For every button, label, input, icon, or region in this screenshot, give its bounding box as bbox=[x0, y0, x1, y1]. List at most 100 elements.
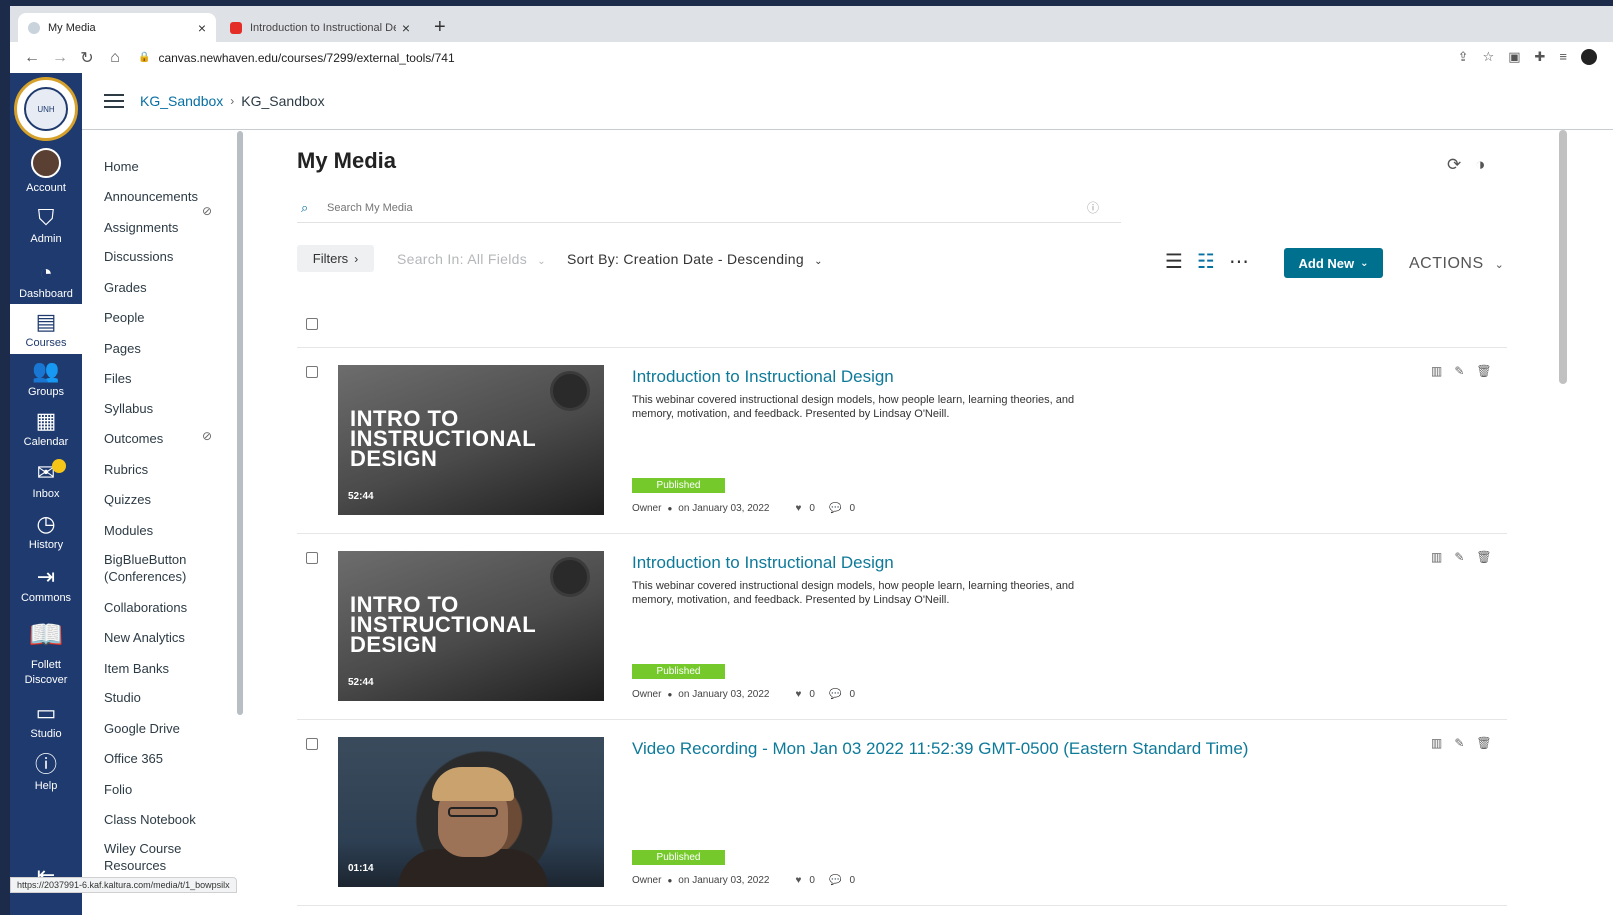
analytics-icon[interactable]: ▥ bbox=[1431, 550, 1442, 564]
course-nav-grades[interactable]: Grades bbox=[104, 279, 147, 296]
course-nav-folio[interactable]: Folio bbox=[104, 781, 132, 798]
sort-by-label: Sort By: Creation Date - Descending bbox=[567, 251, 804, 267]
select-all-checkbox[interactable] bbox=[306, 318, 318, 330]
analytics-icon[interactable]: ▥ bbox=[1431, 364, 1442, 378]
heart-icon[interactable]: ♥ bbox=[795, 689, 801, 700]
course-nav-discussions[interactable]: Discussions bbox=[104, 248, 173, 265]
puzzle-icon[interactable]: ✚ bbox=[1535, 49, 1546, 65]
global-nav-history[interactable]: ◷ History bbox=[10, 512, 82, 552]
course-nav-rubrics[interactable]: Rubrics bbox=[104, 461, 148, 478]
home-icon[interactable]: ⌂ bbox=[108, 49, 122, 67]
share-icon[interactable]: ⇪ bbox=[1458, 49, 1469, 65]
entry-checkbox[interactable] bbox=[306, 366, 318, 378]
course-nav-quizzes[interactable]: Quizzes bbox=[104, 491, 151, 508]
tab-my-media[interactable]: My Media × bbox=[18, 13, 216, 42]
hidden-eye-icon: ⊘ bbox=[202, 204, 213, 218]
list-view-icon[interactable]: ☰ bbox=[1165, 252, 1183, 272]
add-new-button[interactable]: Add New ⌄ bbox=[1284, 248, 1383, 278]
delete-icon[interactable]: 🗑 bbox=[1476, 364, 1491, 378]
close-tab-icon[interactable]: × bbox=[198, 20, 206, 36]
global-nav-studio[interactable]: ▭ Studio bbox=[10, 701, 82, 741]
course-nav-item-banks[interactable]: Item Banks bbox=[104, 660, 169, 677]
course-nav-new-analytics[interactable]: New Analytics bbox=[104, 629, 185, 646]
reading-list-icon[interactable]: ≡ bbox=[1559, 49, 1567, 65]
close-tab-icon[interactable]: × bbox=[402, 20, 410, 36]
profile-icon[interactable] bbox=[1581, 49, 1597, 65]
tab-title: My Media bbox=[48, 21, 96, 34]
course-nav-syllabus[interactable]: Syllabus bbox=[104, 400, 153, 417]
university-logo[interactable]: UNH bbox=[14, 77, 78, 141]
detailed-view-icon[interactable]: ☷ bbox=[1197, 252, 1215, 272]
global-nav-dashboard[interactable]: ◔ Dashboard bbox=[10, 261, 82, 301]
course-nav-assignments[interactable]: Assignments bbox=[104, 219, 178, 236]
course-nav-scrollbar[interactable] bbox=[237, 131, 243, 715]
address-bar[interactable]: 🔒 canvas.newhaven.edu/courses/7299/exter… bbox=[138, 51, 455, 65]
course-nav-pages[interactable]: Pages bbox=[104, 340, 141, 357]
back-icon[interactable]: ← bbox=[24, 49, 40, 67]
filters-button[interactable]: Filters › bbox=[297, 245, 374, 272]
entry-date: on January 03, 2022 bbox=[678, 503, 770, 514]
refresh-icon[interactable]: ⟳ bbox=[1447, 155, 1461, 175]
edit-icon[interactable]: ✎ bbox=[1454, 364, 1464, 378]
heart-icon[interactable]: ♥ bbox=[795, 875, 801, 886]
course-nav-modules[interactable]: Modules bbox=[104, 522, 153, 539]
sort-by-dropdown[interactable]: Sort By: Creation Date - Descending ⌄ bbox=[567, 251, 823, 267]
comment-icon[interactable]: 💬 bbox=[829, 503, 841, 514]
course-nav-home[interactable]: Home bbox=[104, 158, 139, 175]
global-nav-admin[interactable]: ⛉ Admin bbox=[10, 206, 82, 246]
course-nav-office-365[interactable]: Office 365 bbox=[104, 750, 163, 767]
media-thumbnail[interactable]: INTRO TO INSTRUCTIONAL DESIGN 52:44 bbox=[338, 365, 604, 515]
global-nav-help[interactable]: ⓘ Help bbox=[10, 753, 82, 793]
entry-title-link[interactable]: Introduction to Instructional Design bbox=[632, 553, 894, 573]
global-nav-groups[interactable]: 👥 Groups bbox=[10, 359, 82, 399]
global-nav-commons[interactable]: ⇥ Commons bbox=[10, 565, 82, 605]
analytics-icon[interactable]: ▥ bbox=[1431, 736, 1442, 750]
hamburger-icon[interactable] bbox=[104, 94, 124, 108]
course-nav-announcements[interactable]: Announcements bbox=[104, 188, 198, 205]
grid-view-icon[interactable]: ⋯ bbox=[1229, 252, 1249, 272]
course-nav-bigbluebutton[interactable]: BigBlueButton (Conferences) bbox=[104, 551, 214, 585]
owner-label: Owner bbox=[632, 875, 662, 886]
search-in-label: Search In: All Fields bbox=[397, 251, 528, 267]
search-in-dropdown[interactable]: Search In: All Fields ⌄ bbox=[397, 251, 546, 267]
breadcrumb-current: KG_Sandbox bbox=[241, 93, 325, 109]
global-nav-calendar[interactable]: ▦ Calendar bbox=[10, 409, 82, 449]
entry-title-link[interactable]: Introduction to Instructional Design bbox=[632, 367, 894, 387]
reload-icon[interactable]: ↻ bbox=[80, 48, 94, 68]
tab-youtube[interactable]: Introduction to Instructional De × bbox=[220, 13, 420, 42]
breadcrumb-course-link[interactable]: KG_Sandbox bbox=[140, 93, 223, 109]
delete-icon[interactable]: 🗑 bbox=[1476, 736, 1491, 750]
actions-dropdown[interactable]: ACTIONS ⌄ bbox=[1409, 255, 1504, 273]
comment-icon[interactable]: 💬 bbox=[829, 875, 841, 886]
course-nav-google-drive[interactable]: Google Drive bbox=[104, 720, 180, 737]
entry-title-link[interactable]: Video Recording - Mon Jan 03 2022 11:52:… bbox=[632, 739, 1248, 759]
main-scrollbar[interactable] bbox=[1559, 130, 1567, 384]
course-nav-class-notebook[interactable]: Class Notebook bbox=[104, 811, 196, 828]
search-input[interactable] bbox=[327, 201, 1087, 214]
info-icon[interactable]: ⓘ bbox=[1087, 199, 1099, 216]
global-nav-courses[interactable]: ▤ Courses bbox=[10, 304, 82, 354]
edit-icon[interactable]: ✎ bbox=[1454, 736, 1464, 750]
course-nav-wiley-course-resources[interactable]: Wiley Course Resources bbox=[104, 840, 204, 874]
course-nav-collaborations[interactable]: Collaborations bbox=[104, 599, 187, 616]
entry-checkbox[interactable] bbox=[306, 552, 318, 564]
contrast-icon[interactable]: ◑ bbox=[1475, 155, 1485, 175]
global-nav-follett-discover[interactable]: 📖 Follett Discover bbox=[10, 615, 82, 688]
course-nav-files[interactable]: Files bbox=[104, 370, 131, 387]
heart-icon[interactable]: ♥ bbox=[795, 503, 801, 514]
media-thumbnail[interactable]: 01:14 bbox=[338, 737, 604, 887]
comment-icon[interactable]: 💬 bbox=[829, 689, 841, 700]
forward-icon[interactable]: → bbox=[52, 49, 68, 67]
media-thumbnail[interactable]: INTRO TO INSTRUCTIONAL DESIGN 52:44 bbox=[338, 551, 604, 701]
delete-icon[interactable]: 🗑 bbox=[1476, 550, 1491, 564]
star-icon[interactable]: ☆ bbox=[1483, 49, 1495, 65]
new-tab-icon[interactable]: + bbox=[434, 16, 446, 39]
entry-checkbox[interactable] bbox=[306, 738, 318, 750]
course-nav-outcomes[interactable]: Outcomes bbox=[104, 430, 163, 447]
extension-icon[interactable]: ▣ bbox=[1508, 49, 1520, 65]
global-nav-inbox[interactable]: ✉ Inbox bbox=[10, 459, 82, 500]
course-nav-studio[interactable]: Studio bbox=[104, 689, 141, 706]
edit-icon[interactable]: ✎ bbox=[1454, 550, 1464, 564]
global-nav-account[interactable]: Account bbox=[10, 148, 82, 194]
course-nav-people[interactable]: People bbox=[104, 309, 144, 326]
